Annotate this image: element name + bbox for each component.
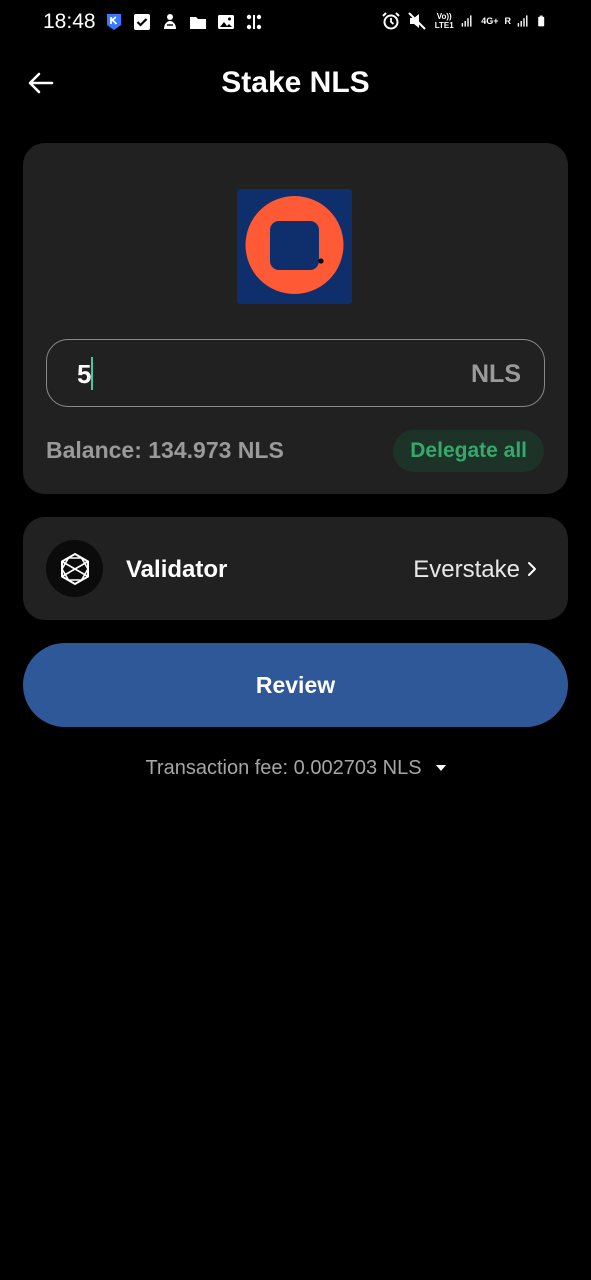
status-time: 18:48 <box>43 10 96 33</box>
everstake-icon <box>60 552 89 585</box>
balance-text: Balance: 134.973 NLS <box>46 437 284 463</box>
gallery-icon <box>218 15 234 29</box>
amount-unit: NLS <box>471 360 521 388</box>
validator-avatar <box>46 540 103 597</box>
network-label: Vo)) LTE1 <box>434 12 454 30</box>
signal-icon <box>517 15 528 27</box>
delegate-all-button[interactable]: Delegate all <box>393 430 544 472</box>
status-right-icons: Vo)) LTE1 4G+ R <box>381 11 549 31</box>
validator-row[interactable]: Validator Everstake <box>23 517 568 620</box>
token-logo <box>237 189 352 304</box>
validator-label: Validator <box>126 556 228 583</box>
text-cursor <box>91 357 93 390</box>
screen: 18:48 Vo)) LTE1 4G+ R Stake NLS 5 NLS Ba… <box>0 0 591 1280</box>
review-button[interactable]: Review <box>23 643 568 727</box>
checkbox-icon <box>134 14 150 30</box>
status-bar: 18:48 Vo)) LTE1 4G+ R <box>0 0 591 46</box>
alarm-icon <box>382 12 400 30</box>
amount-input[interactable] <box>77 358 437 390</box>
chevron-right-icon <box>528 562 536 576</box>
dots-icon <box>246 14 262 30</box>
amount-field[interactable]: NLS <box>46 339 545 407</box>
transaction-fee-toggle[interactable]: Transaction fee: 0.002703 NLS <box>0 757 591 780</box>
folder-icon <box>190 17 206 29</box>
app-notification-icon <box>107 14 121 30</box>
validator-name: Everstake <box>413 556 520 583</box>
nolus-logo-icon <box>245 196 344 294</box>
caret-down-icon <box>435 764 446 771</box>
status-left-icons <box>104 12 264 32</box>
amount-card: NLS Balance: 134.973 NLS Delegate all <box>23 143 568 494</box>
transaction-fee-text: Transaction fee: 0.002703 NLS <box>145 757 422 779</box>
network-type: 4G+ <box>481 15 499 26</box>
battery-icon <box>538 15 545 27</box>
signal-icon <box>461 15 472 27</box>
hand-icon <box>164 14 176 29</box>
mute-icon <box>408 12 426 30</box>
page-title: Stake NLS <box>221 66 370 99</box>
roaming-indicator: R <box>504 15 512 26</box>
